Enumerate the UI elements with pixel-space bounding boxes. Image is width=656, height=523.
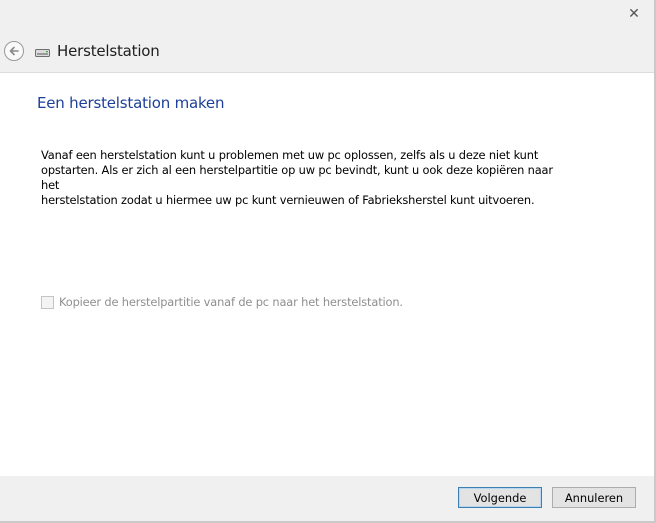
wizard-content: Een herstelstation maken Vanaf een herst… [0, 72, 654, 477]
description-line: herstelstation zodat u hiermee uw pc kun… [41, 193, 535, 207]
back-button[interactable] [4, 41, 24, 61]
close-button[interactable]: ✕ [620, 6, 648, 22]
recovery-drive-icon [35, 49, 50, 57]
description-line: Vanaf een herstelstation kunt u probleme… [41, 148, 539, 162]
copy-partition-option[interactable]: Kopieer de herstelpartitie vanaf de pc n… [41, 295, 403, 309]
cancel-button[interactable]: Annuleren [552, 487, 636, 508]
description-line: opstarten. Als er zich al een herstelpar… [41, 163, 553, 192]
copy-partition-label: Kopieer de herstelpartitie vanaf de pc n… [59, 295, 403, 309]
wizard-footer: Volgende Annuleren [0, 476, 654, 521]
title-bar: ✕ [0, 0, 654, 32]
page-heading: Een herstelstation maken [37, 94, 225, 112]
description-text: Vanaf een herstelstation kunt u probleme… [41, 148, 561, 208]
next-button[interactable]: Volgende [458, 487, 542, 508]
close-icon: ✕ [628, 6, 640, 22]
copy-partition-checkbox[interactable] [41, 295, 54, 309]
back-arrow-icon [9, 46, 19, 56]
recovery-drive-window: ✕ Herstelstation Een herstelstation make… [0, 0, 656, 523]
wizard-header: Herstelstation [0, 32, 654, 72]
wizard-title: Herstelstation [57, 42, 160, 60]
